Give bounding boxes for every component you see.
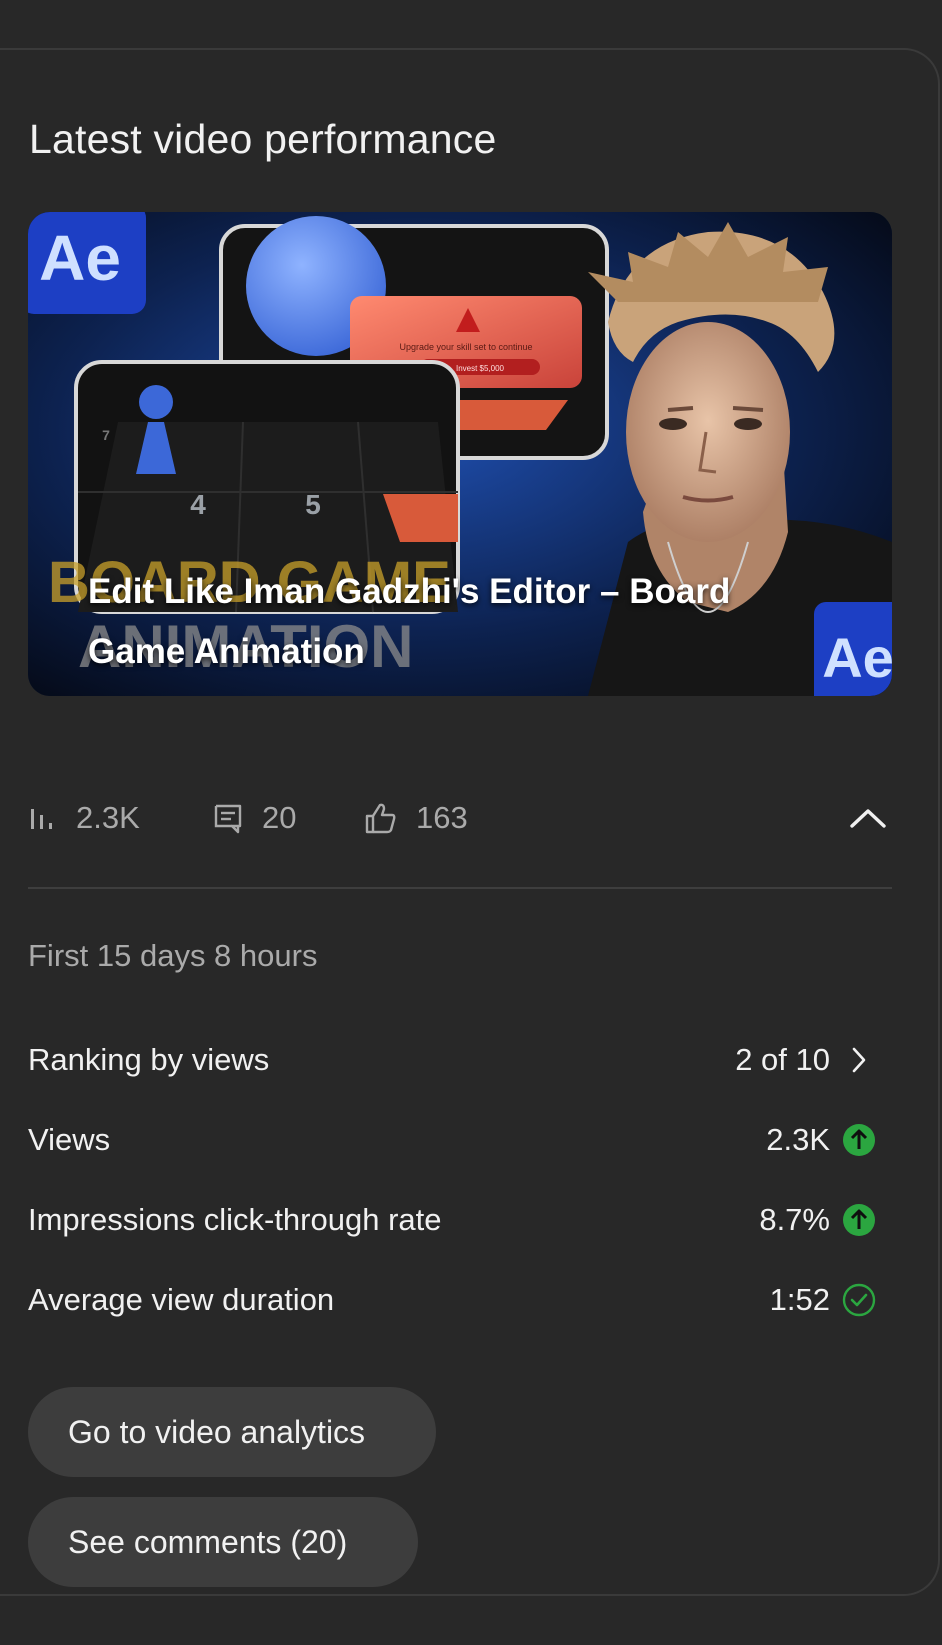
chevron-up-icon [850,809,886,828]
corner-ae-badge: Ae [814,602,892,696]
arrow-up-circle-icon [842,1123,876,1157]
metric-label: Views [28,1122,111,1157]
metric-value: 1:52 [769,1282,830,1317]
latest-video-performance-card: Latest video performance Ae Upgrade your… [0,48,940,1596]
comments-count: 20 [262,800,297,835]
collapse-button[interactable] [840,790,896,846]
after-effects-badge: Ae [28,212,146,314]
metric-label: Ranking by views [28,1042,270,1077]
svg-text:7: 7 [102,427,110,443]
video-thumbnail[interactable]: Ae Upgrade your skill set to continue In… [28,212,892,696]
arrow-up-circle-icon [842,1203,876,1237]
bar-chart-icon [31,809,52,829]
likes-count: 163 [416,800,468,835]
metric-label: Average view duration [28,1282,335,1317]
svg-text:Invest $5,000: Invest $5,000 [456,364,505,373]
video-title[interactable]: Edit Like Iman Gadzhi's Editor – Board G… [88,562,788,682]
comments-stat: 20 [212,790,296,846]
svg-text:Upgrade your skill set to cont: Upgrade your skill set to continue [399,342,532,352]
views-stat: 2.3K [28,790,140,846]
metric-row-avg-duration: Average view duration 1:52 [28,1275,892,1325]
svg-text:Ae: Ae [39,222,121,294]
likes-stat: 163 [364,790,468,846]
metric-label: Impressions click-through rate [28,1202,442,1237]
go-to-video-analytics-button[interactable]: Go to video analytics [28,1387,436,1477]
video-stats-row: 2.3K 20 163 [28,790,892,846]
metric-row-ranking[interactable]: Ranking by views 2 of 10 [28,1035,892,1085]
chevron-right-icon [842,1043,876,1077]
thumbs-up-icon [365,803,396,834]
svg-text:Ae: Ae [822,626,892,689]
metric-row-ctr: Impressions click-through rate 8.7% [28,1195,892,1245]
see-comments-button[interactable]: See comments (20) [28,1497,418,1587]
period-label: First 15 days 8 hours [28,938,318,973]
metric-row-views: Views 2.3K [28,1115,892,1165]
metric-value: 2.3K [766,1122,830,1157]
svg-text:4: 4 [190,489,206,520]
metric-value: 8.7% [759,1202,830,1237]
views-count: 2.3K [76,800,140,835]
card-title: Latest video performance [29,116,497,162]
metric-value: 2 of 10 [735,1042,830,1077]
comment-icon [214,804,242,834]
divider [28,887,892,889]
svg-text:5: 5 [305,489,321,520]
check-circle-icon [842,1283,876,1317]
